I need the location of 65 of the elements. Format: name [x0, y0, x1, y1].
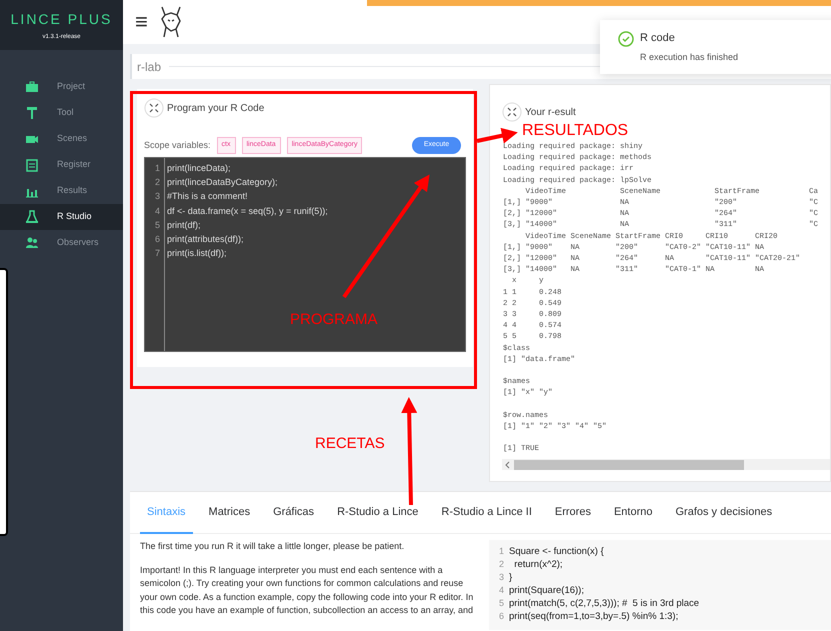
recipe-tab[interactable]: R-Studio a Lince: [330, 492, 426, 534]
line-number: 3: [498, 571, 504, 584]
code-line: print(seq(from=1,to=3,by=.5) %in% 1:3);: [509, 610, 680, 623]
code-line: print(linceData);: [167, 162, 232, 175]
line-number: 4: [498, 584, 504, 597]
check-circle-icon: [618, 31, 634, 47]
line-number: 2: [154, 176, 160, 190]
users-icon: [25, 236, 39, 250]
line-number: 6: [154, 233, 160, 246]
annotation-label: PROGRAMA: [290, 312, 378, 327]
code-line: print(is.list(df));: [167, 247, 228, 260]
briefcase-icon: [25, 80, 39, 94]
code-line: print(match(5, c(2,7,5,3))); # 5 is in 3rd place: [509, 597, 700, 610]
code-line: print(linceDataByCategory);: [167, 176, 279, 190]
recipe-tab[interactable]: Gráficas: [266, 492, 322, 534]
clipboard-icon: [25, 158, 39, 172]
paragraph: The first time you run R it will take a little longer, please be patient.: [140, 540, 406, 553]
sidebar-item[interactable]: R Studio: [0, 204, 123, 230]
recipe-tab[interactable]: Matrices: [202, 492, 258, 534]
scrollbar-thumb[interactable]: [514, 460, 744, 470]
recipe-tab[interactable]: Grafos y decisiones: [668, 492, 780, 534]
recipe-tab[interactable]: Errores: [548, 492, 598, 534]
horizontal-scrollbar[interactable]: [502, 459, 830, 470]
brand-logo: LINCE PLUS: [10, 10, 112, 28]
paragraph: Important! In this R language interpreter you must end each sentence with a semicolon (;). Try creating your own functions for common calculations and reuse your own code. As a function example, copy the following code into your R editor. In this code you have an example of function, subcollection an access to an array, and: [140, 564, 474, 617]
expand-icon[interactable]: [144, 98, 164, 118]
sidebar-item[interactable]: Register: [0, 152, 123, 178]
scope-label: Scope variables:: [144, 138, 211, 152]
sidebar-item[interactable]: Project: [0, 74, 123, 100]
sidebar-item[interactable]: Results: [0, 178, 123, 204]
breadcrumb: r-lab: [137, 58, 162, 76]
annotation-label: RECETAS: [315, 436, 385, 451]
toast-title: R code: [640, 31, 676, 46]
line-number: 6: [498, 610, 504, 623]
hammer-icon: [25, 106, 39, 120]
line-number: 1: [154, 162, 160, 175]
code-line: Square <- function(x) {: [509, 545, 605, 558]
line-number: 1: [498, 545, 504, 558]
line-number: 7: [154, 247, 160, 260]
code-line: print(df);: [167, 218, 202, 232]
line-number: 5: [498, 597, 504, 610]
line-number: 5: [154, 218, 160, 232]
code-line: df <- data.frame(x = seq(5), y = runif(5));: [167, 204, 328, 218]
code-line: }: [509, 571, 514, 584]
line-number: 3: [154, 190, 160, 204]
expand-icon[interactable]: [502, 102, 522, 122]
code-line: #This is a comment!: [167, 190, 249, 204]
scroll-left-icon[interactable]: [504, 460, 512, 468]
recipe-tab[interactable]: R-Studio a Lince II: [434, 492, 539, 534]
card-title: Your r-esult: [525, 106, 576, 120]
code-line: print(attributes(df));: [167, 233, 245, 246]
toast-message: R execution has finished: [640, 50, 738, 64]
line-number: 4: [154, 204, 160, 218]
line-number: 2: [498, 558, 504, 571]
recipe-tab[interactable]: Entorno: [606, 492, 660, 534]
card-title: Program your R Code: [167, 102, 264, 116]
code-line: return(x^2);: [513, 558, 564, 571]
menu-button[interactable]: ≡: [135, 11, 148, 33]
code-line: print(Square(16));: [509, 584, 585, 597]
sidebar-item[interactable]: Scenes: [0, 126, 123, 152]
sidebar-item[interactable]: Observers: [0, 230, 123, 256]
sidebar-item[interactable]: Tool: [0, 100, 123, 126]
annotation-arrow: [476, 128, 518, 144]
flask-icon: [25, 210, 39, 224]
annotation-label: RESULTADOS: [522, 123, 628, 139]
